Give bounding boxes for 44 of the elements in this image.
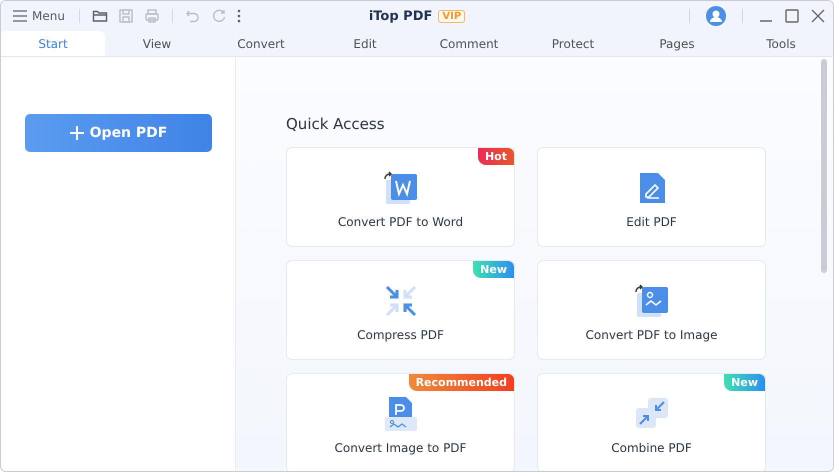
tab[interactable]: Protect bbox=[521, 31, 625, 56]
card-badge: New bbox=[724, 374, 765, 391]
card-badge: Hot bbox=[478, 148, 514, 165]
tab[interactable]: View bbox=[105, 31, 209, 56]
card-label: Convert PDF to Image bbox=[586, 328, 718, 342]
avatar-icon[interactable] bbox=[706, 6, 726, 26]
image-file-icon bbox=[634, 283, 670, 319]
undo-icon bbox=[184, 8, 201, 24]
print-icon bbox=[144, 8, 160, 24]
quick-access-card[interactable]: Convert PDF to Image bbox=[537, 260, 766, 360]
tab[interactable]: Edit bbox=[313, 31, 417, 56]
tab[interactable]: Convert bbox=[209, 31, 313, 56]
save-icon bbox=[118, 8, 134, 24]
quick-access-card[interactable]: Recommended Convert Image to PDF bbox=[286, 373, 515, 471]
close-icon[interactable] bbox=[811, 9, 825, 23]
maximize-icon[interactable] bbox=[785, 9, 799, 23]
card-badge: New bbox=[473, 261, 514, 278]
plus-icon bbox=[70, 126, 84, 140]
pdf-image-icon bbox=[382, 396, 418, 432]
quick-access-card[interactable]: New Compress PDF bbox=[286, 260, 515, 360]
quick-access-card[interactable]: Hot Convert PDF to Word bbox=[286, 147, 515, 247]
tab[interactable]: Comment bbox=[417, 31, 521, 56]
word-document-icon bbox=[382, 170, 418, 206]
redo-icon bbox=[210, 8, 227, 24]
more-icon bbox=[236, 9, 241, 23]
toolbar-button[interactable] bbox=[234, 7, 243, 25]
folder-icon bbox=[92, 8, 108, 24]
tab[interactable]: Pages bbox=[625, 31, 729, 56]
quick-access-card[interactable]: Edit PDF bbox=[537, 147, 766, 247]
card-label: Compress PDF bbox=[357, 328, 444, 342]
vip-badge: VIP bbox=[438, 10, 466, 22]
card-label: Combine PDF bbox=[611, 441, 692, 455]
card-label: Convert Image to PDF bbox=[334, 441, 466, 455]
app-title: iTop PDF bbox=[368, 8, 432, 24]
menu-icon bbox=[13, 10, 27, 22]
card-badge: Recommended bbox=[408, 374, 514, 391]
card-label: Convert PDF to Word bbox=[338, 215, 464, 229]
scrollbar[interactable] bbox=[821, 59, 827, 273]
tab[interactable]: Start bbox=[1, 31, 105, 56]
section-title: Quick Access bbox=[286, 115, 386, 133]
quick-access-card[interactable]: New Combine PDF bbox=[537, 373, 766, 471]
menu-button[interactable]: Menu bbox=[9, 9, 69, 23]
tab[interactable]: Tools bbox=[729, 31, 833, 56]
card-label: Edit PDF bbox=[626, 215, 677, 229]
